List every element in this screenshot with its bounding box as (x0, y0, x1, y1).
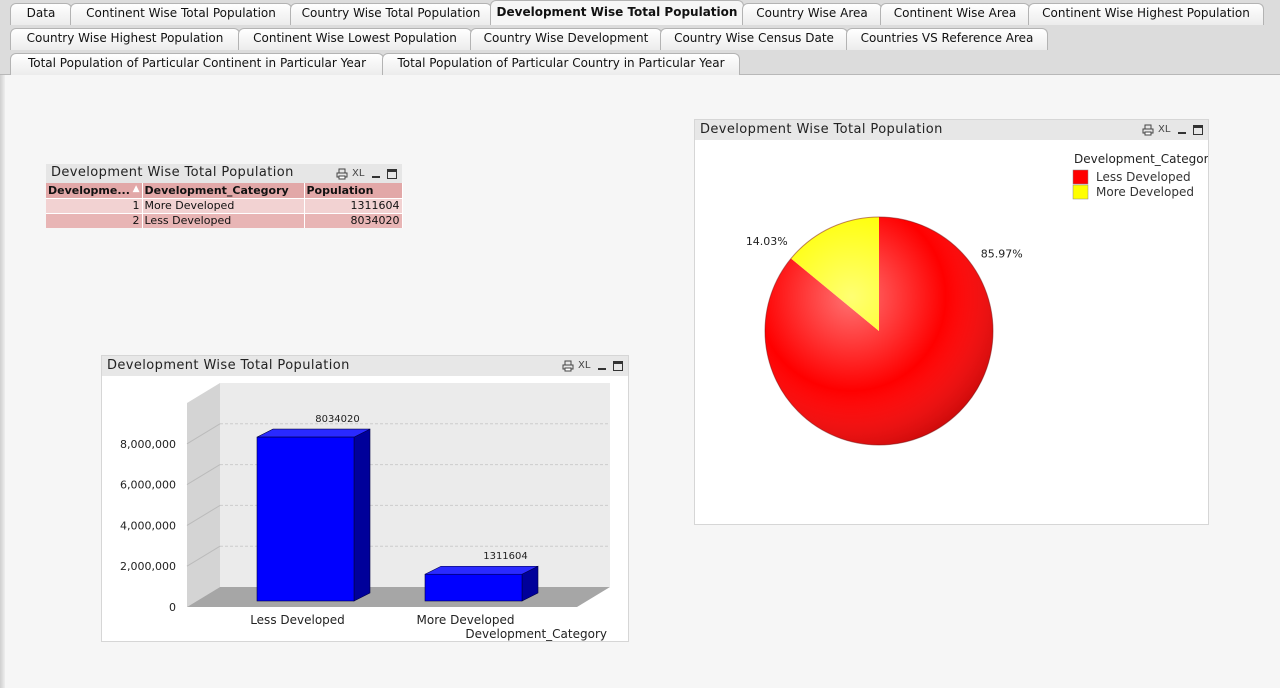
development-table-box[interactable]: Development Wise Total Population XL Dev… (46, 164, 403, 230)
pie-legend-title: Development_Category (1074, 152, 1208, 166)
pie-caption-icons: XL (1142, 123, 1204, 137)
maximize-icon[interactable] (386, 168, 398, 180)
table-header-row: Developme... ▲ Development_Category Popul… (46, 183, 403, 198)
legend-label[interactable]: Less Developed (1096, 170, 1191, 184)
bar-more-developed[interactable] (424, 565, 539, 602)
bar-caption-icons: XL (562, 359, 624, 373)
y-tick-label: 8,000,000 (120, 438, 176, 451)
tab-continent-wise-area[interactable]: Continent Wise Area (880, 3, 1030, 25)
column-header-development-category[interactable]: Development_Category (142, 183, 305, 198)
legend-label[interactable]: More Developed (1096, 185, 1194, 199)
pie-chart-canvas: 14.03% 85.97% Development_Category Less … (746, 152, 1208, 446)
bar-side-face (353, 428, 371, 602)
cell-id: 2 (46, 212, 143, 228)
minimize-icon[interactable] (596, 360, 608, 372)
pie-data-label: 14.03% (746, 235, 788, 248)
tab-data[interactable]: Data (10, 3, 72, 25)
tab-development-wise-total-population[interactable]: Development Wise Total Population (490, 0, 744, 25)
bar-top-face (424, 565, 539, 575)
pie-shading (765, 217, 993, 445)
table-title: Development Wise Total Population (51, 165, 294, 180)
tab-country-wise-area[interactable]: Country Wise Area (742, 3, 882, 25)
column-header-development-id-label: Developme... (48, 183, 130, 197)
y-tick-label: 2,000,000 (120, 560, 176, 573)
tab-continent-wise-lowest-population[interactable]: Continent Wise Lowest Population (238, 28, 472, 50)
table-caption-icons: XL (336, 167, 398, 181)
bar-data-label: 8034020 (315, 414, 360, 425)
bar-front-face (424, 573, 523, 602)
printer-icon[interactable] (562, 360, 574, 372)
printer-icon[interactable] (336, 168, 348, 180)
cell-population: 8034020 (304, 212, 403, 228)
tab-total-population-particular-country[interactable]: Total Population of Particular Country i… (382, 53, 740, 75)
tab-country-wise-development[interactable]: Country Wise Development (470, 28, 662, 50)
maximize-icon[interactable] (1192, 124, 1204, 136)
pie-chart-title: Development Wise Total Population (700, 122, 943, 137)
y-tick-label: 4,000,000 (120, 519, 176, 532)
sort-asc-icon[interactable]: ▲ (133, 184, 140, 194)
bar-chart-canvas: 0 2,000,000 4,000,000 6,000,000 8,000,000 80… (120, 383, 610, 641)
tab-country-wise-total-population[interactable]: Country Wise Total Population (290, 3, 492, 25)
pie-caption-bar[interactable]: Development Wise Total Population XL (695, 120, 1208, 140)
legend-swatch (1072, 169, 1089, 185)
table-row[interactable]: 2 Less Developed 8034020 (46, 212, 403, 228)
bar-data-label: 1311604 (483, 551, 528, 562)
chart-floor (187, 587, 610, 607)
x-tick-label: Less Developed (250, 613, 345, 627)
cell-id: 1 (46, 197, 143, 213)
development-table: Developme... ▲ Development_Category Popul… (46, 183, 403, 228)
cell-category: More Developed (142, 197, 305, 213)
bar-less-developed[interactable] (256, 428, 371, 602)
tab-total-population-particular-continent[interactable]: Total Population of Particular Continent… (10, 53, 384, 75)
cell-population: 1311604 (304, 197, 403, 213)
bar-front-face (256, 436, 355, 602)
sheet-frame-left (0, 75, 5, 688)
tab-country-wise-census-date[interactable]: Country Wise Census Date (660, 28, 848, 50)
excel-export-icon[interactable]: XL (1158, 124, 1172, 136)
cell-category: Less Developed (142, 212, 305, 228)
maximize-icon[interactable] (612, 360, 624, 372)
tab-continent-wise-highest-population[interactable]: Continent Wise Highest Population (1028, 3, 1264, 25)
minimize-icon[interactable] (370, 168, 382, 180)
printer-icon[interactable] (1142, 124, 1154, 136)
bar-chart-title: Development Wise Total Population (107, 358, 350, 373)
y-tick-label: 6,000,000 (120, 479, 176, 492)
y-tick-label: 0 (169, 601, 176, 614)
bar-top-face (256, 428, 371, 438)
tab-continent-wise-total-population[interactable]: Continent Wise Total Population (70, 3, 292, 25)
tab-country-wise-highest-population[interactable]: Country Wise Highest Population (10, 28, 240, 50)
legend-swatch (1072, 184, 1089, 200)
excel-export-icon[interactable]: XL (578, 360, 592, 372)
column-header-population[interactable]: Population (304, 183, 403, 198)
pie-chart-box[interactable]: Development Wise Total Population XL 14.… (694, 119, 1209, 525)
table-row[interactable]: 1 More Developed 1311604 (46, 197, 403, 213)
sheet-tab-bar: Data Continent Wise Total Population Cou… (0, 0, 1280, 75)
chart-side-wall (187, 383, 220, 607)
x-tick-label: More Developed (417, 613, 515, 627)
column-header-development-id[interactable]: Developme... ▲ (46, 183, 143, 198)
tab-countries-vs-reference-area[interactable]: Countries VS Reference Area (846, 28, 1048, 50)
bar-x-axis-title: Development_Category (465, 627, 607, 641)
bar-caption-bar[interactable]: Development Wise Total Population XL (102, 356, 628, 376)
table-caption-bar[interactable]: Development Wise Total Population XL (46, 164, 402, 183)
pie-legend: Less DevelopedMore Developed (1072, 169, 1194, 200)
bar-chart-box[interactable]: Development Wise Total Population XL 0 2,… (101, 355, 629, 642)
minimize-icon[interactable] (1176, 124, 1188, 136)
pie-data-label: 85.97% (981, 247, 1023, 260)
bar-y-axis: 0 2,000,000 4,000,000 6,000,000 8,000,000 (120, 438, 176, 614)
excel-export-icon[interactable]: XL (352, 168, 366, 180)
